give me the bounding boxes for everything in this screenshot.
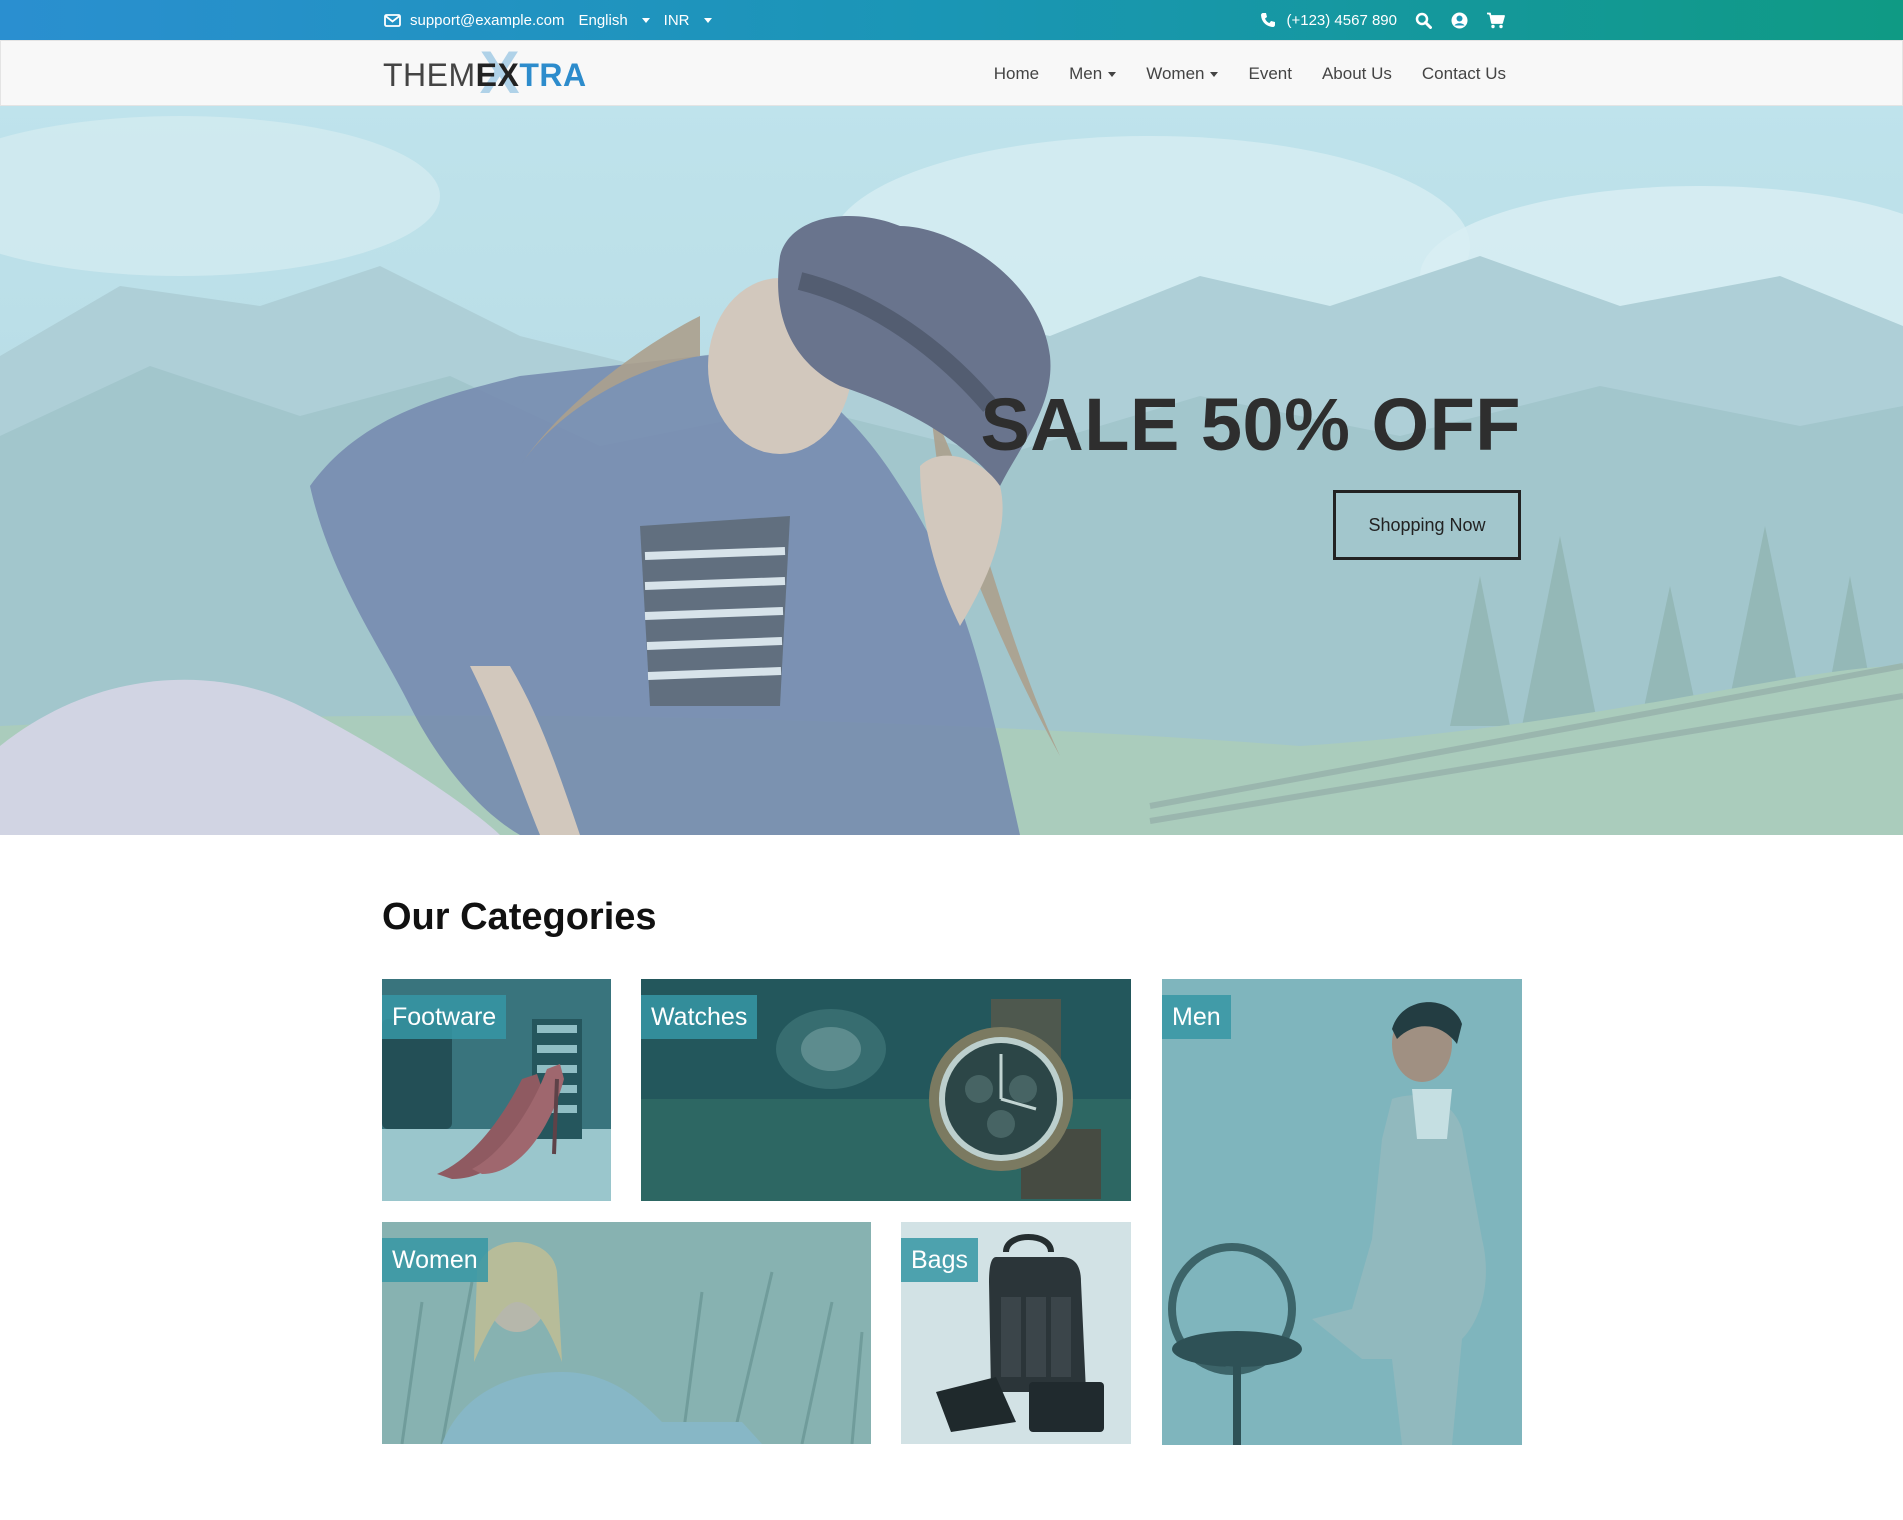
currency-dropdown[interactable]: INR bbox=[664, 12, 712, 29]
category-label: Bags bbox=[901, 1238, 978, 1282]
logo-text-tra: TRA bbox=[519, 56, 587, 93]
support-email: support@example.com bbox=[410, 11, 565, 29]
category-label: Women bbox=[382, 1238, 488, 1282]
category-tile-bags[interactable]: Bags bbox=[901, 1222, 1131, 1444]
cart-icon[interactable] bbox=[1485, 10, 1505, 30]
categories-heading: Our Categories bbox=[382, 896, 657, 938]
category-label: Watches bbox=[641, 995, 758, 1039]
nav-menu: Home Men Women Event About Us Contact Us bbox=[994, 41, 1506, 107]
nav-item-label: About Us bbox=[1321, 64, 1392, 83]
category-tile-footware[interactable]: Footware bbox=[382, 979, 611, 1201]
site-logo[interactable]: THEM X EXTRA bbox=[383, 42, 587, 102]
currency-label: INR bbox=[663, 11, 690, 29]
hero-title: SALE 50% OFF bbox=[980, 383, 1521, 466]
nav-item-contact-us[interactable]: Contact Us bbox=[1422, 64, 1506, 84]
logo-text-them: THEM bbox=[383, 56, 476, 93]
nav-item-label: Contact Us bbox=[1421, 64, 1506, 83]
logo-text-extra: X EXTRA bbox=[475, 42, 587, 102]
main-navbar: THEM X EXTRA Home Men Women Event About … bbox=[0, 40, 1903, 106]
nav-item-women[interactable]: Women bbox=[1146, 64, 1219, 84]
support-email-link[interactable]: support@example.com bbox=[382, 10, 564, 30]
top-bar: support@example.com English INR (+123) 4… bbox=[0, 0, 1903, 40]
nav-item-label: Women bbox=[1146, 64, 1205, 83]
category-tile-men[interactable]: Men bbox=[1162, 979, 1522, 1445]
hero-background-image bbox=[0, 106, 1903, 835]
category-tile-watches[interactable]: Watches bbox=[641, 979, 1131, 1201]
hero-banner: SALE 50% OFF Shopping Now bbox=[0, 106, 1903, 835]
phone-number: (+123) 4567 890 bbox=[1286, 11, 1397, 29]
nav-item-men[interactable]: Men bbox=[1069, 64, 1117, 84]
category-tile-women[interactable]: Women bbox=[382, 1222, 871, 1444]
top-bar-right: (+123) 4567 890 bbox=[1258, 0, 1505, 40]
phone-icon bbox=[1258, 10, 1278, 30]
language-label: English bbox=[578, 11, 628, 29]
nav-item-label: Home bbox=[993, 64, 1040, 83]
nav-item-label: Event bbox=[1248, 64, 1292, 83]
category-label: Footware bbox=[382, 995, 507, 1039]
nav-item-home[interactable]: Home bbox=[994, 64, 1039, 84]
top-bar-left: support@example.com English INR bbox=[382, 0, 712, 40]
chevron-down-icon bbox=[1210, 71, 1219, 77]
nav-item-event[interactable]: Event bbox=[1248, 64, 1291, 84]
nav-item-label: Men bbox=[1069, 64, 1103, 83]
chevron-down-icon bbox=[641, 17, 650, 23]
logo-text-ex: EX bbox=[475, 56, 520, 93]
nav-item-about-us[interactable]: About Us bbox=[1322, 64, 1392, 84]
men-image bbox=[1162, 979, 1522, 1445]
search-icon[interactable] bbox=[1413, 10, 1433, 30]
chevron-down-icon bbox=[1108, 71, 1117, 77]
user-icon[interactable] bbox=[1449, 10, 1469, 30]
chevron-down-icon bbox=[703, 17, 712, 23]
category-label: Men bbox=[1162, 995, 1231, 1039]
shopping-now-button[interactable]: Shopping Now bbox=[1333, 490, 1521, 560]
phone-link[interactable]: (+123) 4567 890 bbox=[1258, 10, 1397, 30]
envelope-icon bbox=[382, 10, 402, 30]
language-dropdown[interactable]: English bbox=[578, 11, 650, 29]
